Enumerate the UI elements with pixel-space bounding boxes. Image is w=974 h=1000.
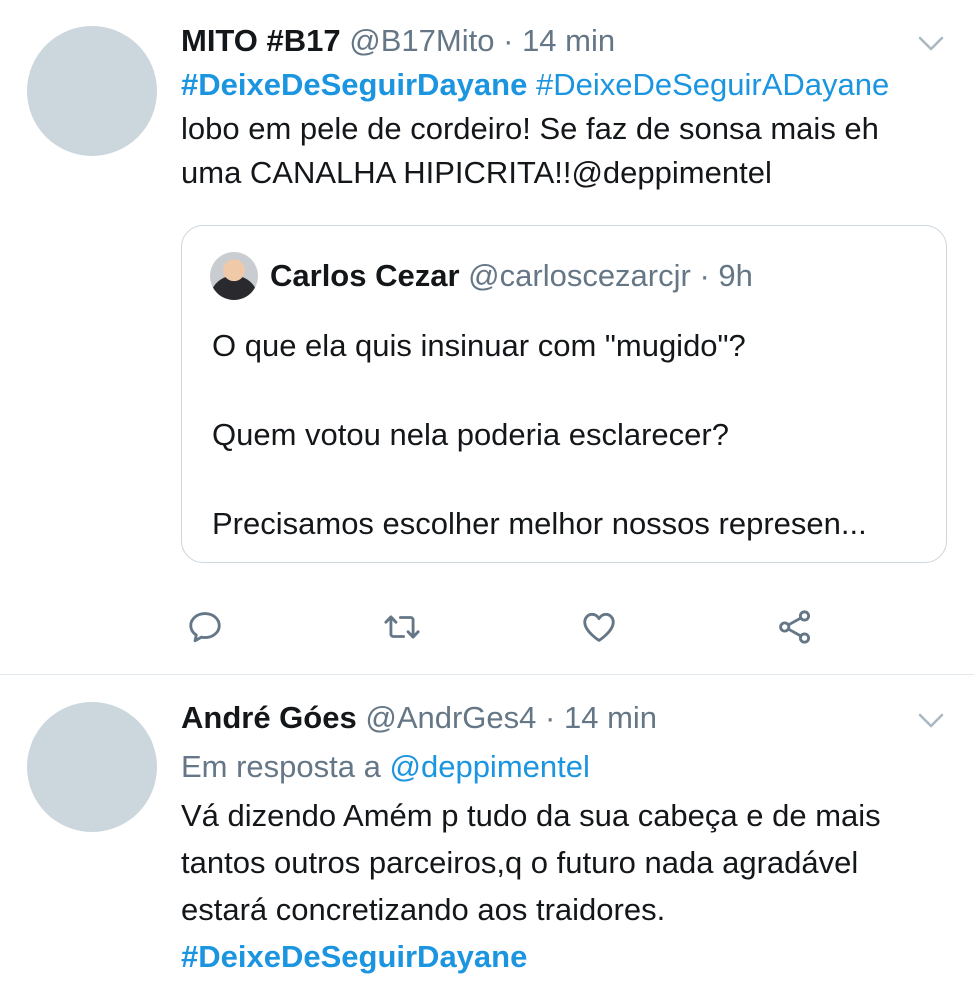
timestamp[interactable]: 14 min — [564, 700, 657, 735]
author-handle[interactable]: @B17Mito — [349, 23, 494, 58]
quoted-avatar[interactable] — [210, 252, 258, 300]
tweet-text-line: Vá dizendo Amém p tudo da sua cabeça e d… — [181, 798, 881, 833]
separator-dot: · — [503, 23, 514, 58]
hashtag-link[interactable]: #DeixeDeSeguirDayane — [181, 67, 527, 102]
quoted-paragraph: Precisamos escolher melhor nossos repres… — [212, 506, 867, 541]
avatar[interactable] — [27, 702, 157, 832]
author-name[interactable]: MITO #B17 — [181, 23, 341, 58]
hashtag-link[interactable]: #DeixeDeSeguirDayane — [181, 939, 527, 974]
tweet[interactable]: André Góes @AndrGes4 · 14 min Em respost… — [0, 675, 974, 1000]
timestamp[interactable]: 14 min — [522, 23, 615, 58]
tweet-header: MITO #B17 @B17Mito · 14 min — [181, 21, 615, 61]
quoted-paragraph: O que ela quis insinuar com "mugido"? — [212, 328, 746, 363]
reply-icon — [189, 612, 221, 643]
retweet-icon — [384, 615, 420, 639]
separator-dot: · — [699, 258, 710, 293]
tweet-text-line: uma CANALHA HIPICRITA!!@deppimentel — [181, 155, 772, 190]
author-handle[interactable]: @AndrGes4 — [365, 700, 536, 735]
reply-button[interactable] — [183, 605, 227, 649]
quoted-timestamp: 9h — [718, 258, 753, 293]
share-button[interactable] — [773, 605, 817, 649]
tweet-text-line: lobo em pele de cordeiro! Se faz de sons… — [181, 111, 879, 146]
retweet-button[interactable] — [380, 605, 424, 649]
chevron-down-icon[interactable] — [918, 713, 944, 729]
quoted-author-handle: @carloscezarcjr — [468, 258, 691, 293]
quoted-author-name: Carlos Cezar — [270, 258, 460, 293]
quoted-tweet[interactable]: Carlos Cezar @carloscezarcjr · 9h O que … — [181, 225, 947, 563]
quoted-header: Carlos Cezar @carloscezarcjr · 9h — [270, 256, 753, 296]
reply-context: Em resposta a @deppimentel — [181, 745, 590, 789]
quoted-paragraph: Quem votou nela poderia esclarecer? — [212, 417, 729, 452]
share-icon — [779, 610, 811, 644]
hashtag-link[interactable]: #DeixeDeSeguirADayane — [536, 67, 889, 102]
tweet-header: André Góes @AndrGes4 · 14 min — [181, 698, 657, 738]
like-button[interactable] — [577, 605, 621, 649]
tweet-actions — [0, 605, 974, 653]
tweet-text: #DeixeDeSeguirDayane #DeixeDeSeguirADaya… — [181, 63, 951, 195]
quoted-text: O que ela quis insinuar com "mugido"? Qu… — [212, 324, 932, 546]
mention-link[interactable]: @deppimentel — [390, 749, 590, 784]
tweet-text: Vá dizendo Amém p tudo da sua cabeça e d… — [181, 792, 951, 980]
like-icon — [583, 612, 615, 642]
reply-prefix: Em resposta a — [181, 749, 381, 784]
author-name[interactable]: André Góes — [181, 700, 357, 735]
tweet-text-line: estará concretizando aos traidores. — [181, 892, 666, 927]
chevron-down-icon[interactable] — [918, 36, 944, 52]
tweet-text-line: tantos outros parceiros,q o futuro nada … — [181, 845, 859, 880]
tweet[interactable]: MITO #B17 @B17Mito · 14 min #DeixeDeSegu… — [0, 0, 974, 674]
separator-dot: · — [545, 700, 556, 735]
avatar[interactable] — [27, 26, 157, 156]
